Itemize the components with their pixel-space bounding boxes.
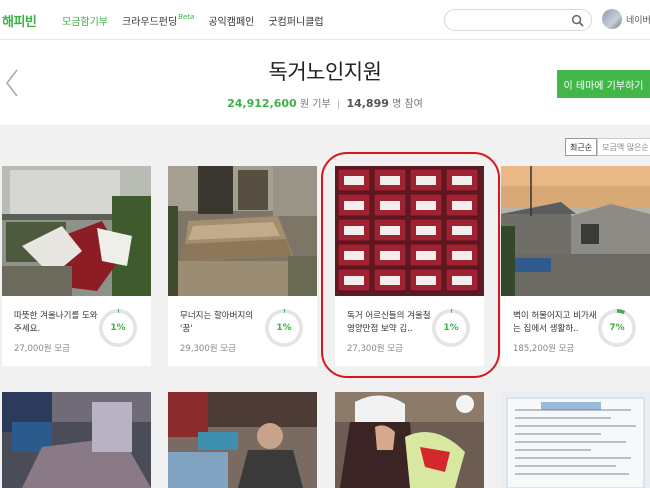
nav-item-good-company[interactable]: 굿컴퍼니클럽: [268, 13, 323, 28]
fundraiser-info: 벽이 허물어지고 비가새는 집에서 생활하.. 185,200원 모금 7%: [501, 296, 650, 366]
fundraiser-card[interactable]: 따뜻한 겨울나기를 도와주세요. 27,000원 모금 1%: [2, 166, 151, 366]
main-nav: 모금함기부 크라우드펀딩Beta 공익캠페인 굿컴퍼니클럽: [62, 13, 338, 28]
highlight-circle: [321, 152, 500, 378]
fundraiser-photo[interactable]: [2, 392, 151, 488]
fundraiser-photo[interactable]: [168, 392, 317, 488]
participant-count-unit: 명 참여: [392, 99, 423, 110]
fundraiser-amount: 27,000원 모금: [14, 344, 70, 354]
progress-ring: 1%: [99, 309, 137, 347]
fundraiser-card[interactable]: 벽이 허물어지고 비가새는 집에서 생활하.. 185,200원 모금 7%: [501, 166, 650, 366]
fundraiser-photo[interactable]: [501, 166, 650, 296]
progress-percent: 1%: [110, 323, 126, 333]
nav-item-crowdfunding[interactable]: 크라우드펀딩Beta: [122, 13, 194, 28]
fundraiser-card[interactable]: [335, 392, 484, 488]
total-amount: 24,912,600: [227, 97, 297, 110]
sort-recent-button[interactable]: 최근순: [565, 138, 598, 156]
happybean-logo[interactable]: 해피빈: [2, 11, 37, 30]
total-amount-unit: 원 기부: [299, 99, 331, 110]
fundraiser-photo[interactable]: [335, 392, 484, 488]
fundraiser-card[interactable]: [2, 392, 151, 488]
search-box: [444, 9, 592, 33]
fundraiser-card[interactable]: 무너지는 할아버지의 '꿈' 29,300원 모금 1%: [168, 166, 317, 366]
avatar[interactable]: [602, 9, 622, 29]
donate-to-theme-button[interactable]: 이 테마에 기부하기: [557, 70, 650, 98]
fundraiser-info: 무너지는 할아버지의 '꿈' 29,300원 모금 1%: [168, 296, 317, 366]
progress-ring: 7%: [598, 309, 636, 347]
nav-item-fundraising[interactable]: 모금함기부: [62, 13, 108, 28]
fundraiser-info: 따뜻한 겨울나기를 도와주세요. 27,000원 모금 1%: [2, 296, 151, 366]
beta-badge: Beta: [178, 13, 195, 21]
fundraiser-title[interactable]: 벽이 허물어지고 비가새는 집에서 생활하..: [513, 310, 601, 336]
fundraiser-title[interactable]: 무너지는 할아버지의 '꿈': [180, 310, 268, 336]
sort-toggle: 최근순 모금액 많은순: [565, 138, 650, 156]
donation-stats: 24,912,600 원 기부 | 14,899 명 참여: [0, 95, 650, 110]
search-input[interactable]: [453, 12, 573, 33]
progress-ring: 1%: [265, 309, 303, 347]
fundraiser-photo[interactable]: [501, 392, 650, 488]
participant-count: 14,899: [346, 97, 389, 110]
fundraiser-photo[interactable]: [168, 166, 317, 296]
fundraiser-amount: 185,200원 모금: [513, 344, 575, 354]
search-icon[interactable]: [571, 14, 584, 27]
progress-percent: 1%: [276, 323, 292, 333]
sort-amount-button[interactable]: 모금액 많은순: [597, 138, 650, 156]
nav-item-campaign[interactable]: 공익캠페인: [208, 13, 254, 28]
fundraiser-card[interactable]: [168, 392, 317, 488]
top-navigation-bar: 해피빈 모금함기부 크라우드펀딩Beta 공익캠페인 굿컴퍼니클럽 네이버: [0, 0, 650, 40]
user-name-label[interactable]: 네이버: [626, 13, 650, 26]
progress-percent: 7%: [609, 323, 625, 333]
page-title: 독거노인지원: [268, 60, 382, 84]
nav-item-crowdfunding-label: 크라우드펀딩: [122, 17, 178, 28]
fundraiser-card[interactable]: [501, 392, 650, 488]
fundraiser-amount: 29,300원 모금: [180, 344, 236, 354]
stats-divider: |: [336, 99, 341, 110]
fundraiser-title[interactable]: 따뜻한 겨울나기를 도와주세요.: [14, 310, 102, 336]
fundraiser-photo[interactable]: [2, 166, 151, 296]
